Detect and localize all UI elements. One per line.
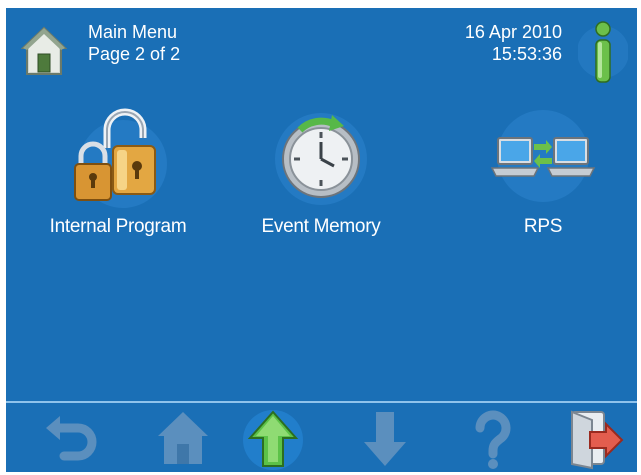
page-title: Main Menu [88,22,178,42]
header-title-block: Main Menu Page 2 of 2 [88,21,180,65]
menu-item-rps[interactable]: RPS [443,104,637,254]
up-button[interactable] [242,406,304,470]
back-button[interactable] [42,406,104,470]
menu-item-label: Internal Program [49,216,187,237]
help-button[interactable] [462,406,524,470]
menu-item-label: Event Memory [261,216,381,237]
clock-history-icon [266,104,376,209]
date-label: 16 Apr 2010 [464,22,562,42]
exit-icon [571,410,624,470]
footer-divider [6,401,637,403]
time-label: 15:53:36 [491,44,562,64]
screen: Main Menu Page 2 of 2 16 Apr 2010 15:53:… [6,8,637,472]
down-button[interactable] [354,406,416,470]
padlock-icon [63,104,173,209]
home-icon [158,412,208,464]
date-time-block: 16 Apr 2010 15:53:36 [465,21,562,65]
home-icon[interactable] [20,26,68,78]
up-arrow-icon [243,410,303,470]
menu-item-internal-program[interactable]: Internal Program [18,104,218,254]
computers-link-icon [488,104,598,209]
down-arrow-icon [364,412,406,466]
back-icon [46,416,97,461]
help-icon [475,410,511,469]
menu-item-label: RPS [523,216,563,237]
home-button[interactable] [152,406,214,470]
info-icon[interactable] [577,16,629,88]
menu-item-event-memory[interactable]: Event Memory [221,104,421,254]
exit-button[interactable] [564,406,626,470]
page-indicator: Page 2 of 2 [88,44,181,64]
